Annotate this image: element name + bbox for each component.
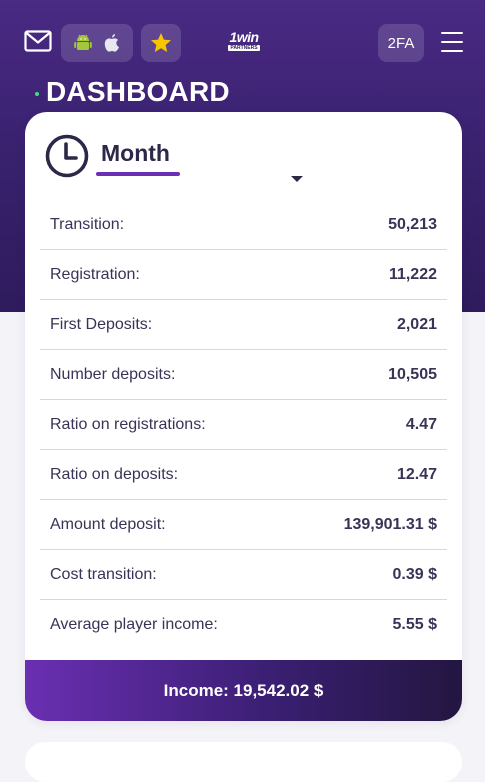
stat-row-number-deposits: Number deposits: 10,505 — [40, 350, 447, 400]
stats-card: Month Transition: 50,213 Registration: 1… — [25, 112, 462, 721]
stat-row-ratio-registrations: Ratio on registrations: 4.47 — [40, 400, 447, 450]
next-card — [25, 742, 462, 782]
stat-row-cost-transition: Cost transition: 0.39 $ — [40, 550, 447, 600]
stat-label: Ratio on registrations: — [50, 415, 206, 433]
stat-value: 0.39 $ — [392, 565, 437, 583]
stat-value: 4.47 — [405, 415, 437, 433]
stat-row-ratio-deposits: Ratio on deposits: 12.47 — [40, 450, 447, 500]
stat-value: 50,213 — [388, 215, 437, 233]
stat-value: 12.47 — [396, 465, 437, 483]
stat-label: Ratio on deposits: — [50, 465, 179, 483]
star-icon — [151, 33, 171, 52]
stat-row-amount-deposit: Amount deposit: 139,901.31 $ — [40, 500, 447, 550]
period-selected-value: Month — [101, 140, 170, 166]
title-dot — [35, 92, 39, 96]
favorites-button[interactable] — [141, 24, 181, 62]
stat-value: 11,222 — [388, 265, 437, 283]
stat-row-average-player-income: Average player income: 5.55 $ — [40, 600, 447, 650]
logo-text: 1win — [229, 29, 259, 45]
menu-icon[interactable] — [441, 32, 463, 52]
page-title: DASHBOARD — [46, 76, 230, 107]
period-selector[interactable]: Month — [45, 134, 303, 182]
stats-list: Transition: 50,213 Registration: 11,222 … — [40, 200, 447, 650]
stat-row-first-deposits: First Deposits: 2,021 — [40, 300, 447, 350]
stat-label: First Deposits: — [50, 315, 153, 333]
stat-label: Amount deposit: — [50, 515, 166, 533]
stat-label: Number deposits: — [50, 365, 176, 383]
stat-row-registration: Registration: 11,222 — [40, 250, 447, 300]
stat-row-transition: Transition: 50,213 — [40, 200, 447, 250]
stat-label: Transition: — [50, 215, 125, 233]
app-download-button[interactable] — [61, 24, 133, 62]
chevron-down-icon[interactable] — [291, 176, 303, 182]
stat-label: Registration: — [50, 265, 140, 283]
apple-icon[interactable] — [103, 33, 121, 53]
stat-label: Average player income: — [50, 616, 218, 633]
two-factor-button[interactable]: 2FA — [378, 24, 424, 62]
stat-value: 139,901.31 $ — [343, 515, 437, 533]
stat-value: 10,505 — [388, 365, 437, 383]
stat-value: 5.55 $ — [392, 616, 437, 633]
clock-icon — [45, 134, 89, 178]
android-icon[interactable] — [73, 33, 93, 53]
mail-icon[interactable] — [24, 30, 52, 52]
stat-label: Cost transition: — [50, 565, 157, 583]
stat-value: 2,021 — [396, 315, 437, 333]
period-underline — [96, 172, 180, 176]
logo-subtext: PARTNERS — [228, 45, 260, 51]
brand-logo[interactable]: 1win PARTNERS — [224, 30, 264, 56]
income-total: Income: 19,542.02 $ — [25, 660, 462, 721]
top-bar: 1win PARTNERS 2FA — [0, 0, 485, 88]
